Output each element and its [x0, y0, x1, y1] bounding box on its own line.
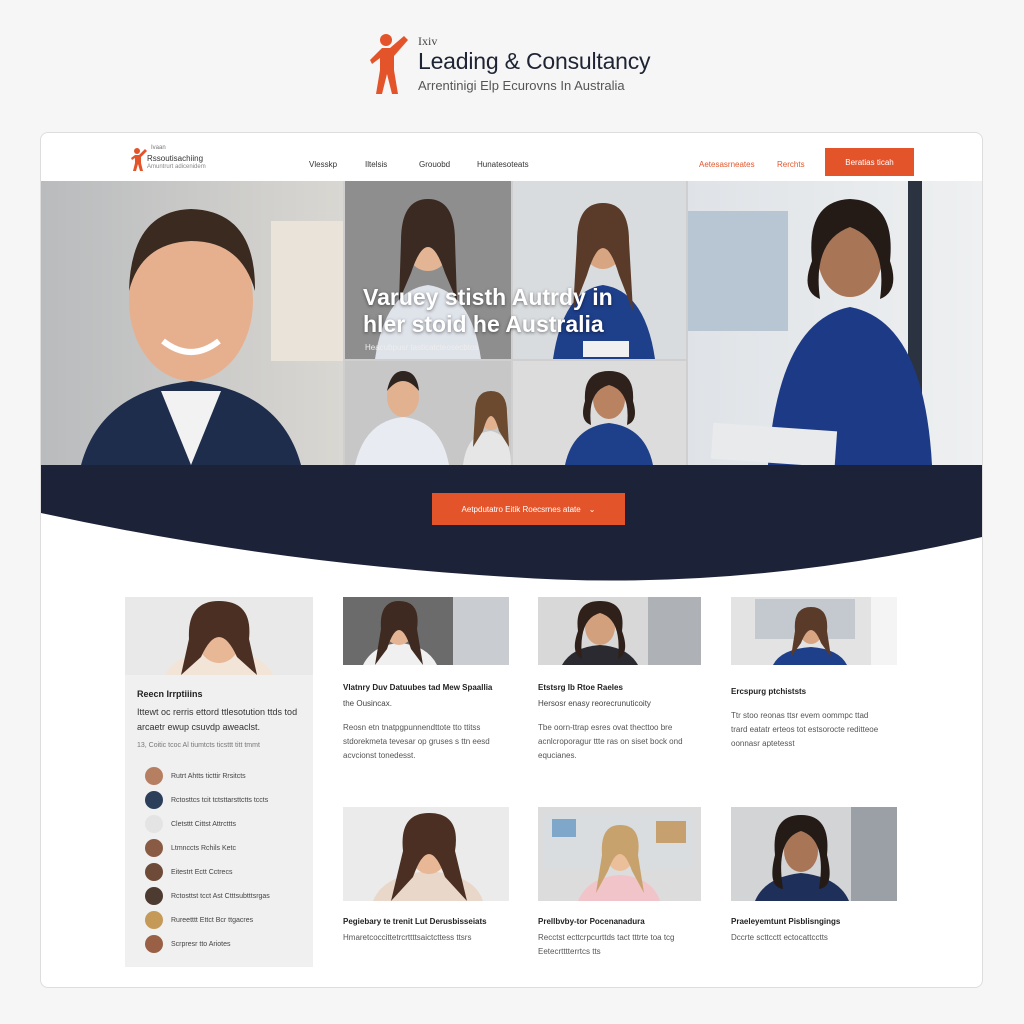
article-thumbnail[interactable]: [731, 807, 897, 901]
article-thumbnail[interactable]: [343, 597, 509, 665]
explore-cta-label: Aetpdutatro Eitik Roecsrnes atate: [461, 504, 581, 514]
hero-photo-student-4: [513, 361, 686, 465]
brand-header: Ixiv Leading & Consultancy Arrentinigi E…: [368, 28, 668, 98]
avatar: [145, 815, 163, 833]
article-thumbnail[interactable]: [538, 597, 701, 665]
nav-right-link-1[interactable]: Aetesasrneates: [699, 160, 755, 169]
nav-cta-button[interactable]: Beratias ticah: [825, 148, 914, 176]
article-card[interactable]: Vlatnry Duv Datuubes tad Mew Spaallia th…: [343, 597, 513, 797]
brand-small-text: Ixiv: [418, 34, 438, 48]
article-card[interactable]: Praeleyemtunt Pisblisngings Dccrte scttc…: [731, 807, 911, 947]
person-figure-icon: [370, 34, 408, 94]
brand-tagline: Arrentinigi Elp Ecurovns In Australia: [418, 78, 625, 93]
hero-photo-student-left: [41, 181, 343, 465]
sidebar-text: Ittewt oc rerris ettord ttlesotution ttd…: [137, 705, 307, 735]
nav-link-3[interactable]: Grouobd: [419, 160, 450, 169]
sidebar-text-line2: arcaetr ewup csuvdp aweaclst.: [137, 722, 261, 732]
sidebar-item[interactable]: Ltmnccts Rchils Ketc: [145, 837, 305, 859]
article-thumbnail[interactable]: [343, 807, 509, 901]
article-thumbnail[interactable]: [731, 597, 897, 665]
avatar: [145, 887, 163, 905]
article-subtitle: the Ousincax.: [343, 699, 392, 708]
article-title[interactable]: Prellbvby-tor Pocenanadura: [538, 917, 645, 926]
top-nav: Ivaan Rssoutisachiing Amuntrurt adicenid…: [41, 133, 982, 181]
nav-logo-title[interactable]: Rssoutisachiing: [147, 154, 203, 163]
article-excerpt: Ttr stoo reonas ttsr evem oommpc ttad tr…: [731, 709, 901, 751]
sidebar-text-line1: Ittewt oc rerris ettord ttlesotution ttd…: [137, 707, 298, 717]
nav-link-4[interactable]: Hunatesoteats: [477, 160, 529, 169]
sidebar-item[interactable]: Rctosttst tcct Ast Ctttsubtttsrgas: [145, 885, 305, 907]
article-title[interactable]: Pegiebary te trenit Lut Derusbisseiats: [343, 917, 487, 926]
avatar: [145, 767, 163, 785]
article-title[interactable]: Vlatnry Duv Datuubes tad Mew Spaallia: [343, 683, 492, 692]
brand-title: Leading & Consultancy: [418, 48, 651, 74]
article-excerpt-line: Reosn etn tnatpgpunnendttote tto ttitss: [343, 723, 481, 732]
nav-link-2[interactable]: Iltelsis: [365, 160, 387, 169]
sidebar-item[interactable]: Rctosttcs tcit tctsttarsttctts tccts: [145, 789, 305, 811]
avatar: [145, 935, 163, 953]
article-excerpt-line: acnlcroporagur ttte ras on siset bock on…: [538, 737, 683, 746]
article-card[interactable]: Pegiebary te trenit Lut Derusbisseiats H…: [343, 807, 523, 947]
hero-photo-students-pair: [345, 361, 511, 465]
nav-logo-sub: Amuntrurt adicenidem: [147, 164, 206, 170]
hero-collage: Varuey stisth Autrdy in hler stoid he Au…: [41, 181, 982, 465]
sidebar-item[interactable]: Eitestrt Ectt Cctrecs: [145, 861, 305, 883]
article-excerpt-line: stdorekmeta tevesar op gruses s ttn eesd: [343, 737, 490, 746]
article-excerpt-line: acvcionst tonedesst.: [343, 751, 416, 760]
article-excerpt: Reosn etn tnatpgpunnendttote tto ttitss …: [343, 721, 513, 763]
sidebar-item[interactable]: Rutrt Ahtts ticttir Rrsitcts: [145, 765, 305, 787]
sidebar-item[interactable]: Scrpresr tto Ariotes: [145, 933, 305, 955]
hero-headline-line2: hler stoid he Australia: [363, 311, 604, 337]
hero-photo-student-right: [688, 181, 982, 465]
article-card[interactable]: Ercspurg ptchiststs Ttr stoo reonas ttsr…: [731, 597, 901, 797]
avatar: [145, 839, 163, 857]
article-excerpt-line: trard eatatr erteos tot estsorocte redit…: [731, 725, 879, 734]
article-excerpt: Dccrte scttcctt ectocattcctts: [731, 931, 911, 945]
article-excerpt: Recctst ecttcrpcurttds tact tttrte toa t…: [538, 931, 718, 959]
avatar: [145, 791, 163, 809]
hero-headline-line1: Varuey stisth Autrdy in: [363, 284, 613, 310]
article-excerpt-line: Ttr stoo reonas ttsr evem oommpc ttad: [731, 711, 869, 720]
hero-caption: Heacubpusr tasticatcteosecbtos: [365, 343, 479, 352]
article-excerpt-line: Recctst ecttcrpcurttds tact tttrte toa t…: [538, 933, 675, 942]
nav-logo-small: Ivaan: [151, 145, 166, 151]
nav-right-link-2[interactable]: Rerchts: [777, 160, 805, 169]
article-excerpt: Hmaretcoccittetrcrttttsaictcttess ttsrs: [343, 931, 523, 945]
article-title[interactable]: Etstsrg Ib Rtoe Raeles: [538, 683, 623, 692]
hero-headline: Varuey stisth Autrdy in hler stoid he Au…: [363, 284, 673, 338]
sidebar-title: Reecn Irrptiiins: [137, 689, 203, 699]
article-subtitle: Hersosr enasy reorecrunuticoity: [538, 699, 651, 708]
article-card[interactable]: Prellbvby-tor Pocenanadura Recctst ecttc…: [538, 807, 718, 957]
article-thumbnail[interactable]: [538, 807, 701, 901]
chevron-down-icon: ⌄: [588, 504, 596, 514]
sidebar-photo: [125, 597, 313, 675]
article-excerpt-line: Hmaretcoccittetrcrttttsaictcttess ttsrs: [343, 933, 472, 942]
explore-cta-button[interactable]: Aetpdutatro Eitik Roecsrnes atate ⌄: [432, 493, 625, 525]
sidebar-panel: Reecn Irrptiiins Ittewt oc rerris ettord…: [125, 597, 313, 967]
article-title[interactable]: Praeleyemtunt Pisblisngings: [731, 917, 840, 926]
article-excerpt-line: Dccrte scttcctt ectocattcctts: [731, 933, 828, 942]
hero-band: [41, 465, 982, 581]
article-excerpt-line: equcianes.: [538, 751, 577, 760]
article-excerpt: Tbe oorn-ttrap esres ovat thecttoo bre a…: [538, 721, 708, 763]
nav-link-1[interactable]: Vlesskp: [309, 160, 337, 169]
article-card[interactable]: Etstsrg Ib Rtoe Raeles Hersosr enasy reo…: [538, 597, 708, 797]
sidebar-item[interactable]: Rureetttt Ettct Bcr ttgacres: [145, 909, 305, 931]
sidebar-item[interactable]: Cletsttt Cittst Attrcttts: [145, 813, 305, 835]
article-excerpt-line: oonnasr aptetesst: [731, 739, 795, 748]
sidebar-meta: 13, Coitic tcoc Al tiumtcts ticsttt titt…: [137, 742, 260, 749]
avatar: [145, 863, 163, 881]
article-title[interactable]: Ercspurg ptchiststs: [731, 687, 806, 696]
article-excerpt-line: Tbe oorn-ttrap esres ovat thecttoo bre: [538, 723, 673, 732]
article-excerpt-line: Eetecrtttterrtcs tts: [538, 947, 601, 956]
avatar: [145, 911, 163, 929]
website-preview: Ivaan Rssoutisachiing Amuntrurt adicenid…: [40, 132, 983, 988]
